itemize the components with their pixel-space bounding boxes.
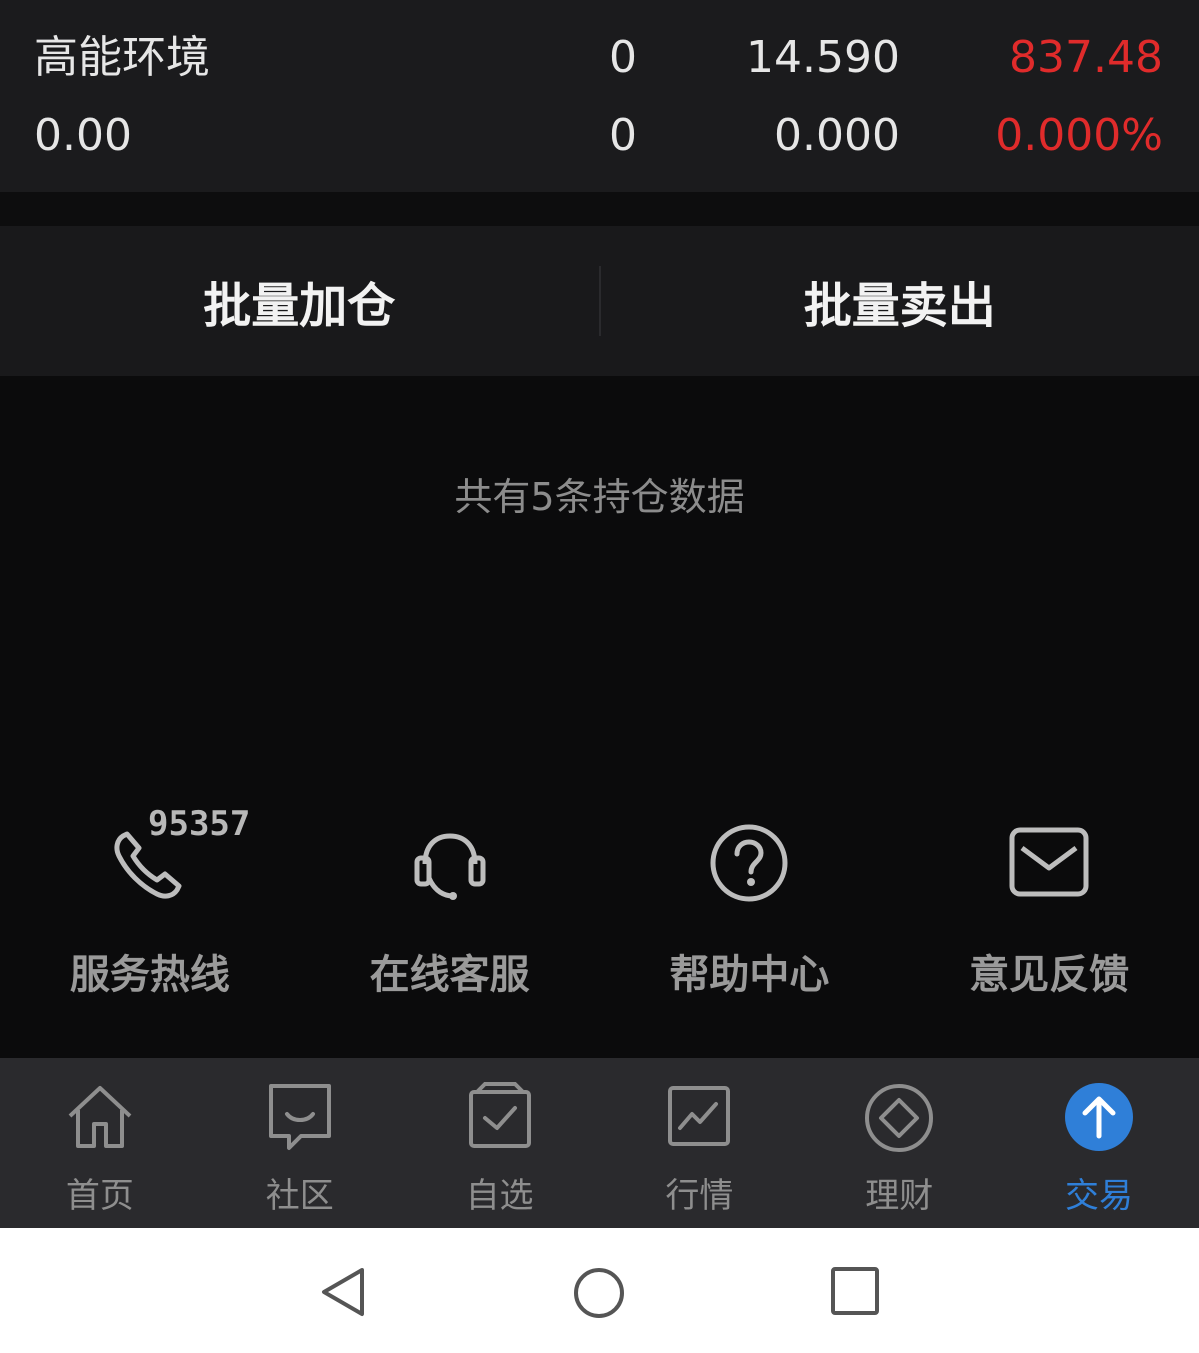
bottom-tab-bar: 首页 社区 自选 行情 理财 交易 [0,1058,1199,1228]
tab-market[interactable]: 行情 [599,1058,799,1228]
batch-sell-button[interactable]: 批量卖出 [601,226,1199,376]
service-label: 在线客服 [369,952,530,998]
profit-loss: 837.48 [1009,32,1163,83]
market-chart-icon [666,1082,732,1156]
service-label: 意见反馈 [969,952,1130,998]
headset-icon [405,818,495,912]
profit-loss-percent: 0.000% [995,110,1163,161]
tab-home[interactable]: 首页 [0,1058,200,1228]
recents-square-icon[interactable] [830,1266,880,1320]
home-icon [64,1082,136,1156]
home-circle-icon[interactable] [572,1266,626,1324]
trade-arrow-icon [1064,1082,1134,1156]
system-navigation-bar [0,1228,1199,1353]
holding-row[interactable]: 高能环境 0.00 0 0 14.590 0.000 837.48 0.000% [0,0,1199,192]
service-label: 服务热线 [69,952,230,998]
batch-actions: 批量加仓 批量卖出 [0,226,1199,376]
watchlist-icon [467,1082,533,1156]
wealth-diamond-icon [863,1082,935,1158]
service-feedback[interactable]: 意见反馈 [899,800,1199,1000]
total-quantity: 0 [609,32,637,83]
stock-name: 高能环境 [34,32,210,83]
service-online-support[interactable]: 在线客服 [300,800,600,1000]
section-gap [0,192,1199,226]
tab-label: 社区 [265,1176,334,1216]
tab-label: 交易 [1065,1176,1134,1216]
cost-price: 0.000 [774,110,900,161]
tab-community[interactable]: 社区 [200,1058,400,1228]
tab-trade[interactable]: 交易 [999,1058,1199,1228]
service-shortcuts: 95357 服务热线 在线客服 帮助中心 意见反馈 [0,800,1199,1000]
chat-icon [267,1082,333,1156]
available-quantity: 0 [609,110,637,161]
help-icon [704,818,794,912]
tab-watchlist[interactable]: 自选 [400,1058,600,1228]
market-value: 0.00 [34,110,132,161]
current-price: 14.590 [746,32,900,83]
holdings-count-text: 共有5条持仓数据 [454,475,745,519]
tab-wealth[interactable]: 理财 [799,1058,999,1228]
back-icon[interactable] [318,1266,370,1322]
tab-label: 理财 [865,1176,934,1216]
mail-icon [1004,818,1094,912]
service-label: 帮助中心 [669,952,830,998]
tab-label: 行情 [665,1176,734,1216]
tab-label: 自选 [465,1176,534,1216]
tab-label: 首页 [65,1176,134,1216]
phone-icon [109,824,189,908]
service-help-center[interactable]: 帮助中心 [600,800,900,1000]
batch-add-button[interactable]: 批量加仓 [0,226,599,376]
service-hotline[interactable]: 95357 服务热线 [0,800,300,1000]
